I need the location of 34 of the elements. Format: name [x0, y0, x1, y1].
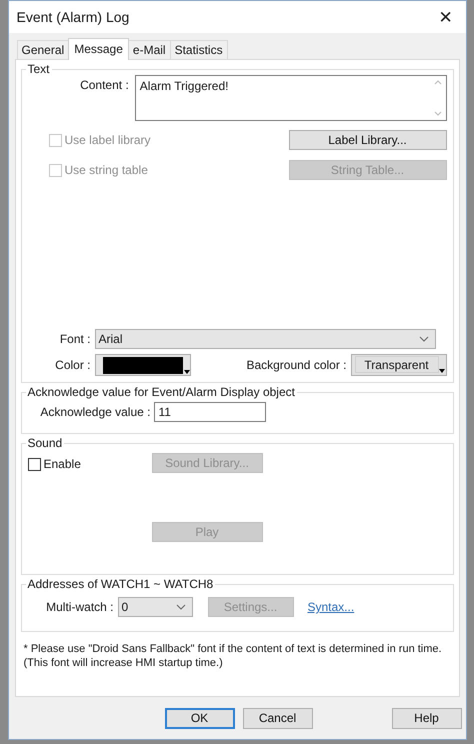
group-title: Acknowledge value for Event/Alarm Display object [26, 385, 297, 400]
note-text: * Please use "Droid Sans Fallback" font if the content of text is determined in run time. (This font will increase HMI startup time.) [24, 642, 442, 670]
scroll-down-icon [434, 111, 442, 116]
help-button[interactable]: Help [392, 708, 462, 728]
field-label: Font : [58, 332, 90, 346]
field-label: Color : [54, 358, 90, 372]
tab[interactable]: Message [68, 38, 129, 60]
scroll-up-icon [434, 80, 442, 85]
option-label: Use label library [64, 133, 151, 147]
caret-icon [418, 336, 428, 342]
caret-icon [176, 604, 186, 610]
syntax-link[interactable]: Syntax... [308, 600, 354, 614]
caret-icon [184, 370, 190, 374]
background-color-picker[interactable]: Transparent [350, 354, 446, 376]
font-dropdown[interactable]: Arial [94, 329, 436, 349]
multi-watch-dropdown[interactable]: 0 [118, 597, 192, 617]
ok-button[interactable]: OK [164, 708, 234, 728]
caret-icon [438, 369, 444, 373]
close-button[interactable]: ✕ [426, 6, 466, 28]
acknowledge-field[interactable]: 11 [154, 402, 266, 422]
field-label: Content : [79, 77, 129, 92]
color-picker[interactable] [94, 354, 190, 376]
content-field[interactable]: Alarm Triggered! [134, 75, 446, 121]
field-label: Multi-watch : [45, 600, 114, 614]
tab[interactable]: General [16, 40, 70, 59]
label-library-button[interactable]: Label Library... [288, 130, 446, 150]
enable-label: Enable [44, 457, 81, 471]
cancel-button[interactable]: Cancel [242, 708, 312, 728]
window-title: Event (Alarm) Log [16, 9, 130, 25]
field-label: Background color : [246, 358, 346, 372]
checkbox[interactable] [28, 458, 40, 470]
option-label: Use string table [64, 163, 148, 177]
tab[interactable]: Statistics [170, 40, 228, 59]
field-label: Acknowledge value : [39, 405, 150, 419]
